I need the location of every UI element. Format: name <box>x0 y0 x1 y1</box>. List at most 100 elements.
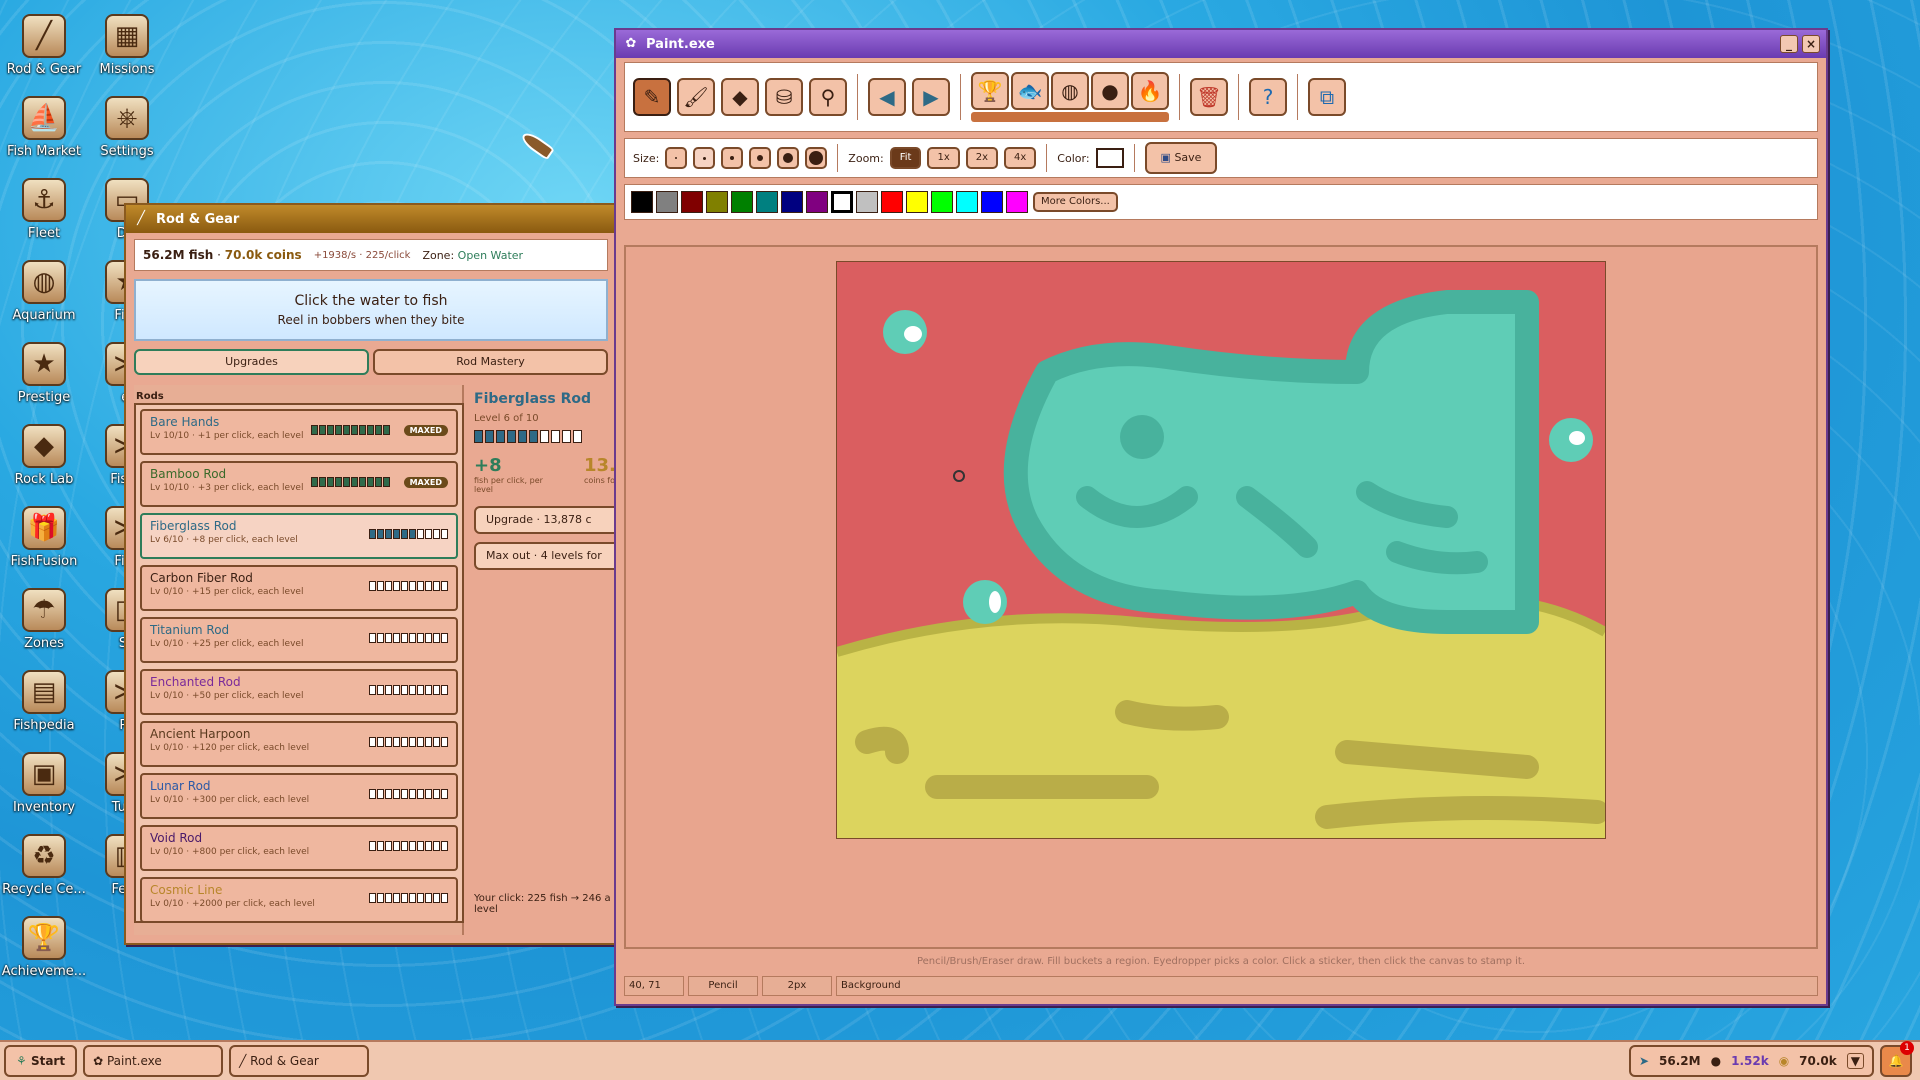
zoom-options: Fit 1x 2x 4x <box>889 147 1037 169</box>
color-swatch[interactable] <box>631 191 653 213</box>
fish-sticker-icon[interactable]: 🐟 <box>1011 72 1049 110</box>
help-icon[interactable]: ? <box>1249 78 1287 116</box>
level-pip <box>425 789 432 799</box>
rod-row[interactable]: Enchanted Rod Lv 0/10 · +50 per click, ea… <box>140 669 458 715</box>
chevron-down-icon[interactable]: ▼ <box>1846 1053 1864 1069</box>
level-pip <box>393 581 400 591</box>
color-swatch[interactable] <box>981 191 1003 213</box>
color-swatch[interactable] <box>656 191 678 213</box>
taskbar-item-paint[interactable]: ✿ Paint.exe <box>83 1045 224 1077</box>
trash-icon[interactable]: 🗑 <box>1190 78 1228 116</box>
divider <box>857 74 858 120</box>
rod-level-pips <box>369 789 448 799</box>
more-colors-button[interactable]: More Colors... <box>1033 192 1118 212</box>
color-swatch[interactable] <box>906 191 928 213</box>
size-option-1[interactable] <box>665 147 688 169</box>
rod-row[interactable]: Void Rod Lv 0/10 · +800 per click, each l… <box>140 825 458 871</box>
eraser-icon[interactable]: ◆ <box>721 78 759 116</box>
desktop-icon[interactable]: ⛵ Fish Market <box>1 96 87 159</box>
redo-icon[interactable]: ▶ <box>912 78 950 116</box>
trophy-sticker-icon[interactable]: 🏆 <box>971 72 1009 110</box>
pencil-icon[interactable]: ✎ <box>633 78 671 116</box>
desktop-icon[interactable]: ▣ Inventory <box>1 752 87 815</box>
rod-row[interactable]: Bare Hands Lv 10/10 · +1 per click, each … <box>140 409 458 455</box>
color-swatch[interactable] <box>881 191 903 213</box>
eyedropper-icon[interactable]: ⚲ <box>809 78 847 116</box>
color-swatch[interactable] <box>806 191 828 213</box>
level-pip <box>562 430 571 443</box>
detail-title: Fiberglass Rod <box>474 391 592 407</box>
save-icon: ▣ <box>1160 151 1171 164</box>
undo-icon[interactable]: ◀ <box>868 78 906 116</box>
desktop-icon-label: Aquarium <box>12 308 76 323</box>
color-swatch[interactable] <box>956 191 978 213</box>
level-pip <box>351 425 358 435</box>
rod-row[interactable]: Cosmic Line Lv 0/10 · +2000 per click, ea… <box>140 877 458 923</box>
level-pip <box>377 633 384 643</box>
color-swatch[interactable] <box>781 191 803 213</box>
color-swatch[interactable] <box>756 191 778 213</box>
desktop-icon[interactable]: ☂ Zones <box>1 588 87 651</box>
desktop-icon[interactable]: ★ Prestige <box>1 342 87 405</box>
taskbar-item-rod-gear[interactable]: ╱ Rod & Gear <box>229 1045 370 1077</box>
level-pip <box>335 477 342 487</box>
color-swatch[interactable] <box>1006 191 1028 213</box>
tab-upgrades[interactable]: Upgrades <box>134 349 369 375</box>
level-pip <box>377 685 384 695</box>
desktop-icon[interactable]: 🎁 FishFusion <box>1 506 87 569</box>
desktop-icon[interactable]: ⎈ Settings <box>84 96 170 159</box>
rod-gear-titlebar[interactable]: ╱ Rod & Gear <box>126 205 616 233</box>
max-out-button[interactable]: Max out · 4 levels for <box>474 542 616 570</box>
size-option-2[interactable] <box>693 147 716 169</box>
size-option-5[interactable] <box>777 147 800 169</box>
brush-icon[interactable]: 🖌 <box>677 78 715 116</box>
level-pip <box>417 581 424 591</box>
zoom-option[interactable]: 1x <box>927 147 960 169</box>
desktop-icon[interactable]: ⚓ Fleet <box>1 178 87 241</box>
upgrade-button[interactable]: Upgrade · 13,878 c <box>474 506 616 534</box>
desktop-icon[interactable]: ♻ Recycle Ce... <box>1 834 87 897</box>
desktop-icon[interactable]: ◆ Rock Lab <box>1 424 87 487</box>
size-option-4[interactable] <box>749 147 772 169</box>
tab-rod-mastery[interactable]: Rod Mastery <box>373 349 608 375</box>
rod-row[interactable]: Ancient Harpoon Lv 0/10 · +120 per click,… <box>140 721 458 767</box>
desktop-icon[interactable]: 🏆 Achieveme... <box>1 916 87 979</box>
boat-icon: ⛵ <box>22 96 66 140</box>
start-button[interactable]: ⚘ Start <box>4 1045 78 1077</box>
desktop-icon[interactable]: ◍ Aquarium <box>1 260 87 323</box>
current-color-swatch[interactable] <box>1095 148 1124 168</box>
close-icon[interactable]: × <box>1802 35 1820 53</box>
color-swatch[interactable] <box>681 191 703 213</box>
color-swatch[interactable] <box>856 191 878 213</box>
level-pip <box>369 529 376 539</box>
minimize-icon[interactable]: _ <box>1780 35 1798 53</box>
rod-row[interactable]: Titanium Rod Lv 0/10 · +25 per click, eac… <box>140 617 458 663</box>
color-swatch[interactable] <box>931 191 953 213</box>
rod-row[interactable]: Carbon Fiber Rod Lv 0/10 · +15 per click,… <box>140 565 458 611</box>
bubbles-sticker-icon[interactable]: ● <box>1091 72 1129 110</box>
fill-bucket-icon[interactable]: ⛁ <box>765 78 803 116</box>
zoom-option[interactable]: Fit <box>889 147 922 169</box>
paint-titlebar[interactable]: ✿ Paint.exe _ × <box>616 30 1826 58</box>
notification-button[interactable]: 1 🔔 <box>1880 1041 1914 1077</box>
rod-row[interactable]: Bamboo Rod Lv 10/10 · +3 per click, each … <box>140 461 458 507</box>
color-swatch[interactable] <box>706 191 728 213</box>
color-swatch[interactable] <box>731 191 753 213</box>
size-option-6[interactable] <box>805 147 828 169</box>
color-swatch[interactable] <box>831 191 853 213</box>
desktop-icon[interactable]: ╱ Rod & Gear <box>1 14 87 77</box>
zoom-option[interactable]: 4x <box>1004 147 1037 169</box>
drawing-canvas[interactable] <box>835 261 1609 839</box>
new-window-icon[interactable]: ⧉ <box>1308 78 1346 116</box>
desktop-icon[interactable]: ▦ Missions <box>84 14 170 77</box>
rod-row[interactable]: Lunar Rod Lv 0/10 · +300 per click, each … <box>140 773 458 819</box>
desktop-icon[interactable]: ▤ Fishpedia <box>1 670 87 733</box>
flame-sticker-icon[interactable]: 🔥 <box>1131 72 1169 110</box>
zoom-option[interactable]: 2x <box>965 147 999 169</box>
rod-row[interactable]: Fiberglass Rod Lv 6/10 · +8 per click, ea… <box>140 513 458 559</box>
save-button[interactable]: ▣ Save <box>1144 142 1218 174</box>
fish-water-area[interactable]: Click the water to fish Reel in bobbers … <box>134 279 608 341</box>
aquarium-sticker-icon[interactable]: ◍ <box>1051 72 1089 110</box>
size-option-3[interactable] <box>721 147 744 169</box>
window-title: Paint.exe <box>646 36 715 52</box>
